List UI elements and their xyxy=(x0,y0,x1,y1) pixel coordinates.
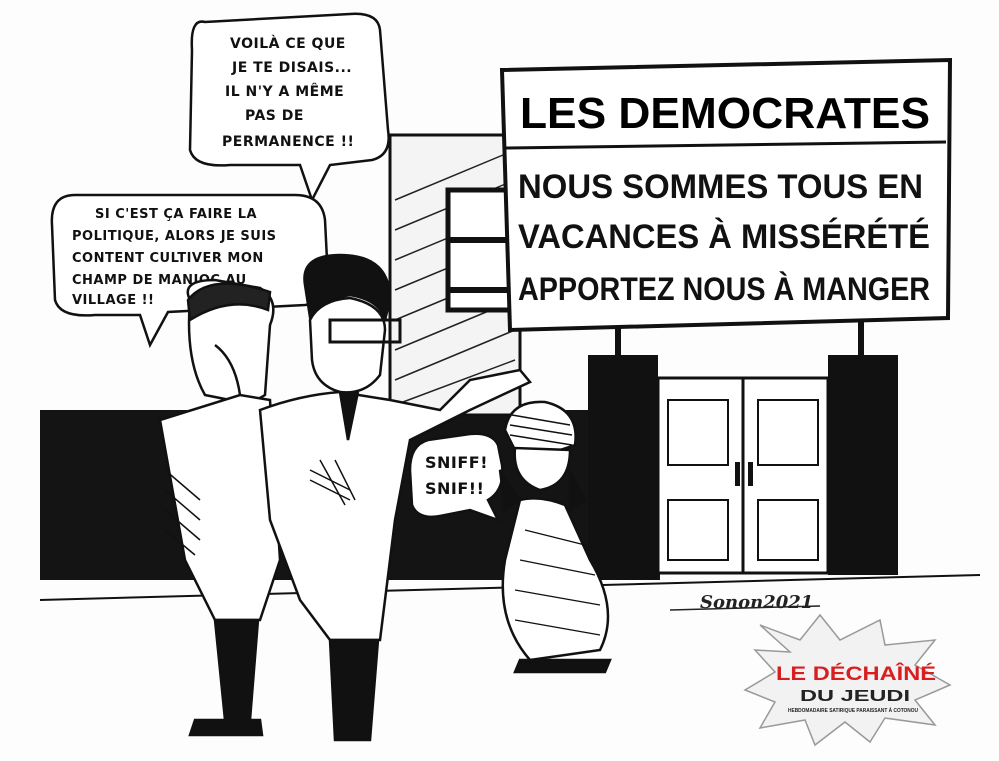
sign-line-3: APPORTEZ NOUS À MANGER xyxy=(518,271,930,307)
bubble-left-line-2: POLITIQUE, ALORS JE SUIS xyxy=(72,229,277,244)
bubble-right-line-4: PAS DE xyxy=(245,108,304,124)
bubble-left-line-1: SI C'EST ÇA FAIRE LA xyxy=(95,207,257,222)
bubble-right-line-5: PERMANENCE !! xyxy=(222,134,354,150)
bubble-left-line-3: CONTENT CULTIVER MON xyxy=(72,251,264,266)
speech-bubble-right: VOILÀ CE QUE JE TE DISAIS... IL N'Y A MÊ… xyxy=(188,12,390,204)
bubble-right-line-1: VOILÀ CE QUE xyxy=(230,35,346,52)
bubble-left-line-5: VILLAGE !! xyxy=(72,293,154,308)
bubble-woman-line-2: SNIF!! xyxy=(425,479,484,498)
logo-line-2: DU JEUDI xyxy=(800,688,910,705)
billboard-sign: LES DEMOCRATES NOUS SOMMES TOUS EN VACAN… xyxy=(499,57,953,333)
sign-line-2: VACANCES À MISSÉRÉTÉ xyxy=(518,218,930,256)
pillar-right xyxy=(828,355,898,575)
logo-line-1: LE DÉCHAÎNÉ xyxy=(776,663,936,685)
sign-line-1: NOUS SOMMES TOUS EN xyxy=(518,168,923,206)
bubble-right-line-3: IL N'Y A MÊME xyxy=(225,83,344,100)
bubble-right-line-2: JE TE DISAIS... xyxy=(231,60,352,76)
pillar-left xyxy=(588,355,658,580)
newspaper-logo: LE DÉCHAÎNÉ DU JEUDI HEBDOMADAIRE SATIRI… xyxy=(743,613,952,747)
cartoon-illustration: LES DEMOCRATES NOUS SOMMES TOUS EN VACAN… xyxy=(39,12,981,747)
cartoon-canvas: LES DEMOCRATES NOUS SOMMES TOUS EN VACAN… xyxy=(0,0,999,761)
bubble-woman-line-1: SNIFF! xyxy=(425,453,488,472)
speech-bubble-woman: SNIFF! SNIF!! xyxy=(408,432,504,523)
artist-signature: Sonon2021 xyxy=(700,592,813,613)
sign-title: LES DEMOCRATES xyxy=(520,89,930,138)
old-man-figure xyxy=(158,278,282,737)
double-door xyxy=(656,376,830,575)
logo-tagline: HEBDOMADAIRE SATIRIQUE PARAISSANT À COTO… xyxy=(788,707,918,714)
